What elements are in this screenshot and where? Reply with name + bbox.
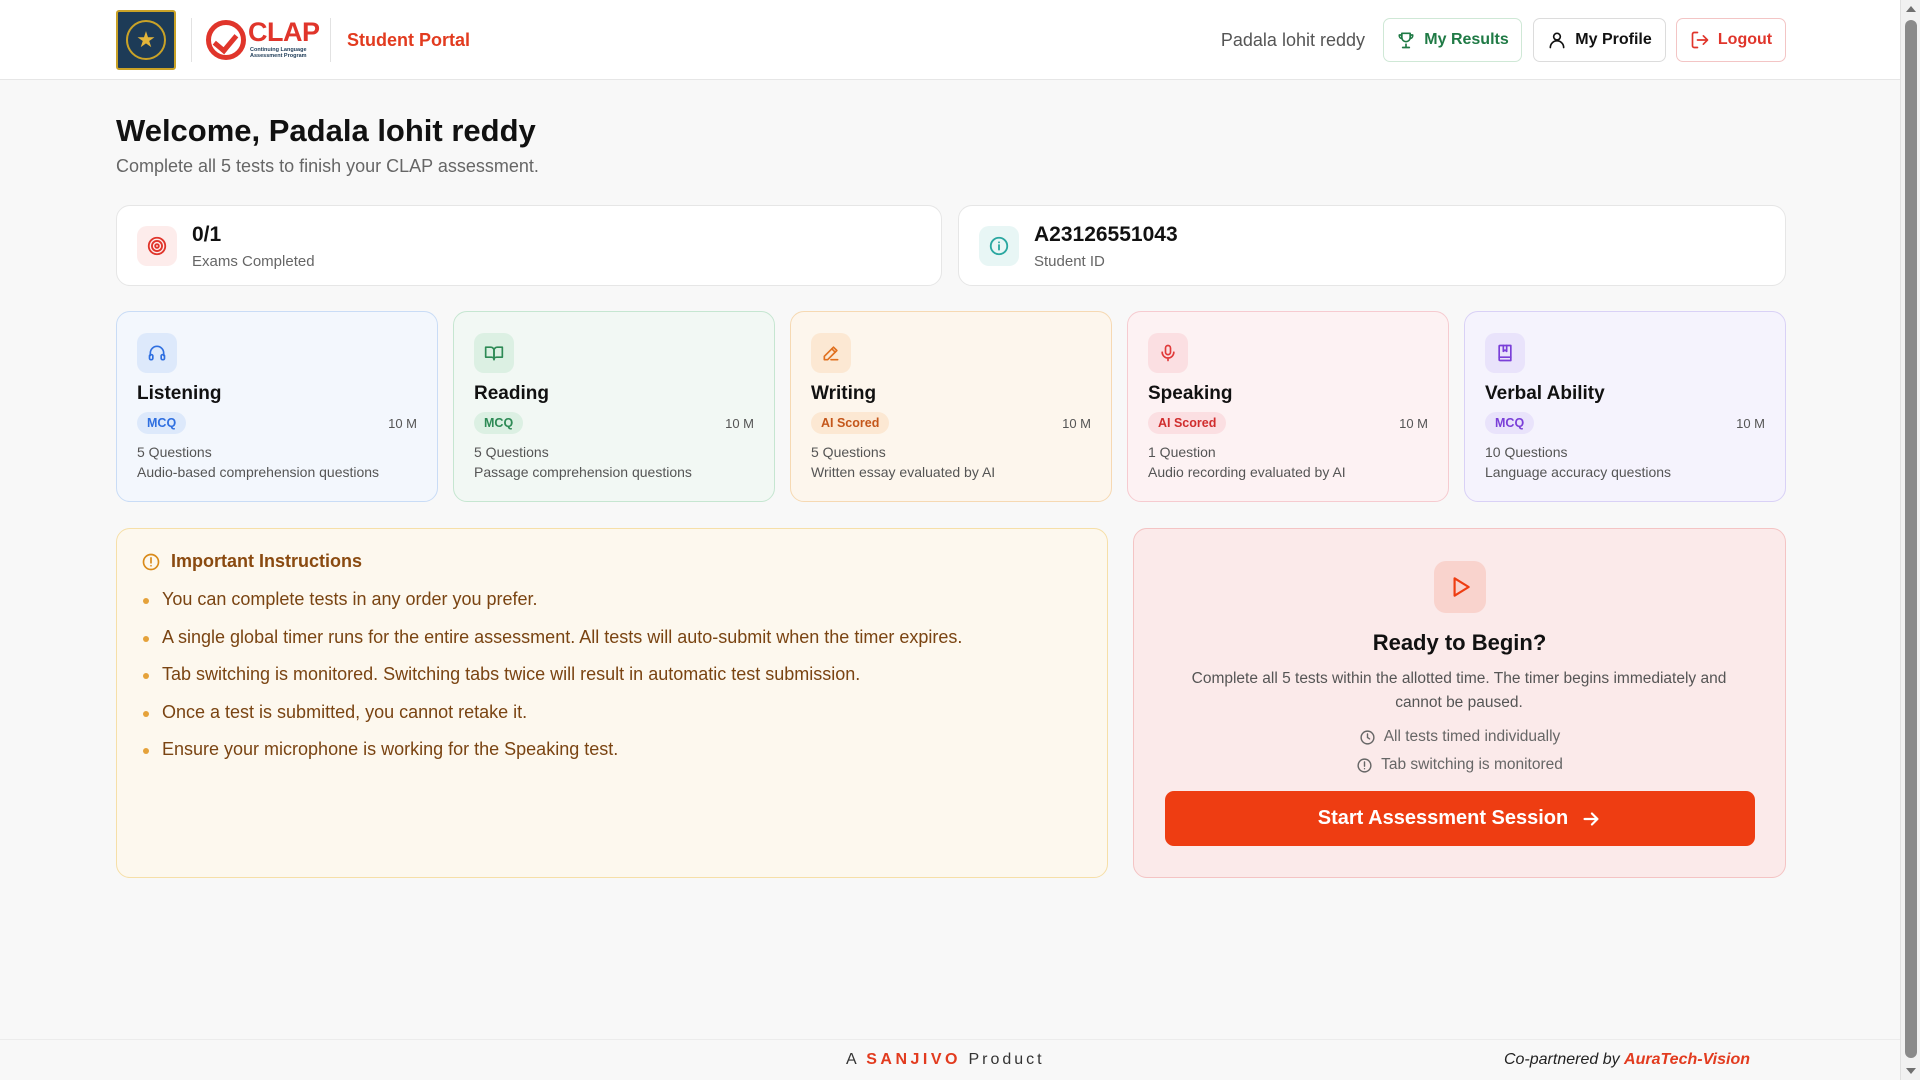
clap-logo-word: CLAP (248, 17, 320, 47)
test-question-count: 10 Questions (1485, 444, 1568, 460)
pencil-icon (811, 333, 851, 373)
logout-label: Logout (1717, 31, 1773, 48)
info-icon (979, 226, 1019, 266)
test-description: Audio-based comprehension questions (137, 464, 380, 480)
instruction-item: Ensure your microphone is working for th… (143, 737, 962, 775)
footer-brand: A SANJIVO Product (846, 1051, 1045, 1069)
university-seal-logo: ★ (116, 10, 176, 70)
test-duration: 10 M (388, 416, 417, 431)
start-assessment-label: Start Assessment Session (1317, 807, 1569, 829)
microphone-icon (1148, 333, 1188, 373)
test-name: Writing (811, 383, 877, 404)
my-profile-label: My Profile (1575, 31, 1652, 48)
test-card-speaking[interactable]: Speaking AI Scored 10 M 1 Question Audio… (1127, 311, 1449, 502)
test-type-badge: AI Scored (811, 412, 890, 434)
alert-circle-icon (142, 553, 160, 570)
my-profile-button[interactable]: My Profile (1533, 18, 1666, 62)
test-description: Written essay evaluated by AI (811, 464, 996, 480)
test-question-count: 5 Questions (137, 444, 212, 460)
page-scrollbar[interactable] (1900, 0, 1920, 1080)
footer: A SANJIVO Product Co-partnered by AuraTe… (0, 1039, 1900, 1080)
instructions-header: Important Instructions (141, 551, 362, 572)
test-description: Audio recording evaluated by AI (1148, 464, 1346, 480)
footer-brand-suffix: Product (968, 1051, 1045, 1068)
test-type-badge: AI Scored (1148, 412, 1227, 434)
trophy-icon (1398, 32, 1414, 49)
test-card-reading[interactable]: Reading MCQ 10 M 5 Questions Passage com… (453, 311, 775, 502)
exams-completed-card: 0/1 Exams Completed (116, 205, 942, 286)
footer-partner-prefix: Co-partnered by (1503, 1051, 1620, 1068)
footer-partner-name: AuraTech-Vision (1624, 1051, 1750, 1068)
clap-logo: CLAP Continuing Language Assessment Prog… (206, 18, 320, 62)
play-icon (1434, 561, 1486, 613)
student-id-card: A23126551043 Student ID (958, 205, 1786, 286)
student-id-label: Student ID (1034, 253, 1105, 270)
ready-panel: Ready to Begin? Complete all 5 tests wit… (1133, 528, 1786, 878)
headphones-icon (137, 333, 177, 373)
bookmark-book-icon (1485, 333, 1525, 373)
book-open-icon (474, 333, 514, 373)
ready-title: Ready to Begin? (1372, 630, 1547, 655)
test-duration: 10 M (725, 416, 754, 431)
timed-note: All tests timed individually (1134, 728, 1785, 746)
test-description: Language accuracy questions (1485, 464, 1672, 480)
scrollbar-thumb[interactable] (1905, 20, 1917, 1058)
instruction-item: A single global timer runs for the entir… (143, 625, 962, 663)
top-header: ★ CLAP Continuing Language Assessment Pr… (0, 0, 1900, 80)
footer-partner: Co-partnered by AuraTech-Vision (1504, 1051, 1750, 1069)
test-duration: 10 M (1736, 416, 1765, 431)
timed-note-text: All tests timed individually (1383, 728, 1561, 745)
ready-description: Complete all 5 tests within the allotted… (1191, 670, 1727, 711)
alert-circle-icon (1357, 757, 1372, 773)
test-type-badge: MCQ (1485, 412, 1535, 434)
tab-switch-note: Tab switching is monitored (1134, 756, 1785, 774)
footer-brand-name: SANJIVO (866, 1051, 961, 1068)
test-name: Verbal Ability (1485, 383, 1605, 404)
instruction-item: Once a test is submitted, you cannot ret… (143, 700, 962, 738)
welcome-title: Welcome, Padala lohit reddy (116, 113, 536, 148)
portal-title: Student Portal (347, 30, 471, 50)
test-duration: 10 M (1399, 416, 1428, 431)
exams-completed-label: Exams Completed (192, 253, 315, 270)
scroll-down-arrow-icon[interactable] (1906, 1068, 1916, 1074)
test-question-count: 5 Questions (811, 444, 886, 460)
test-question-count: 1 Question (1148, 444, 1216, 460)
test-type-badge: MCQ (474, 412, 524, 434)
clap-logo-subtitle: Continuing Language Assessment Program (250, 47, 307, 59)
student-id-value: A23126551043 (1034, 223, 1178, 246)
test-question-count: 5 Questions (474, 444, 549, 460)
footer-brand-prefix: A (846, 1051, 859, 1068)
arrow-right-icon (1583, 811, 1599, 826)
instructions-panel: Important Instructions You can complete … (116, 528, 1108, 878)
instructions-title: Important Instructions (171, 551, 363, 571)
test-type-badge: MCQ (137, 412, 187, 434)
test-duration: 10 M (1062, 416, 1091, 431)
test-name: Speaking (1148, 383, 1233, 404)
exams-completed-value: 0/1 (192, 223, 222, 246)
test-card-listening[interactable]: Listening MCQ 10 M 5 Questions Audio-bas… (116, 311, 438, 502)
test-card-verbal-ability[interactable]: Verbal Ability MCQ 10 M 10 Questions Lan… (1464, 311, 1786, 502)
test-name: Reading (474, 383, 549, 404)
target-icon (137, 226, 177, 266)
header-user-name: Padala lohit reddy (1220, 30, 1365, 50)
my-results-button[interactable]: My Results (1383, 18, 1522, 62)
instruction-item: You can complete tests in any order you … (143, 587, 962, 625)
test-name: Listening (137, 383, 222, 404)
clap-check-icon (206, 20, 246, 60)
tab-switch-note-text: Tab switching is monitored (1381, 756, 1563, 773)
welcome-subtitle: Complete all 5 tests to finish your CLAP… (116, 156, 539, 176)
logout-button[interactable]: Logout (1676, 18, 1786, 62)
test-description: Passage comprehension questions (474, 464, 692, 480)
start-assessment-button[interactable]: Start Assessment Session (1165, 791, 1755, 846)
test-card-writing[interactable]: Writing AI Scored 10 M 5 Questions Writt… (790, 311, 1112, 502)
user-icon (1549, 32, 1565, 49)
my-results-label: My Results (1424, 31, 1509, 48)
header-divider (330, 18, 331, 62)
clock-icon (1360, 729, 1375, 745)
instruction-item: Tab switching is monitored. Switching ta… (143, 662, 962, 700)
logout-icon (1691, 31, 1709, 49)
instructions-list: You can complete tests in any order you … (143, 587, 962, 775)
scroll-up-arrow-icon[interactable] (1906, 6, 1916, 12)
header-divider (191, 18, 192, 62)
